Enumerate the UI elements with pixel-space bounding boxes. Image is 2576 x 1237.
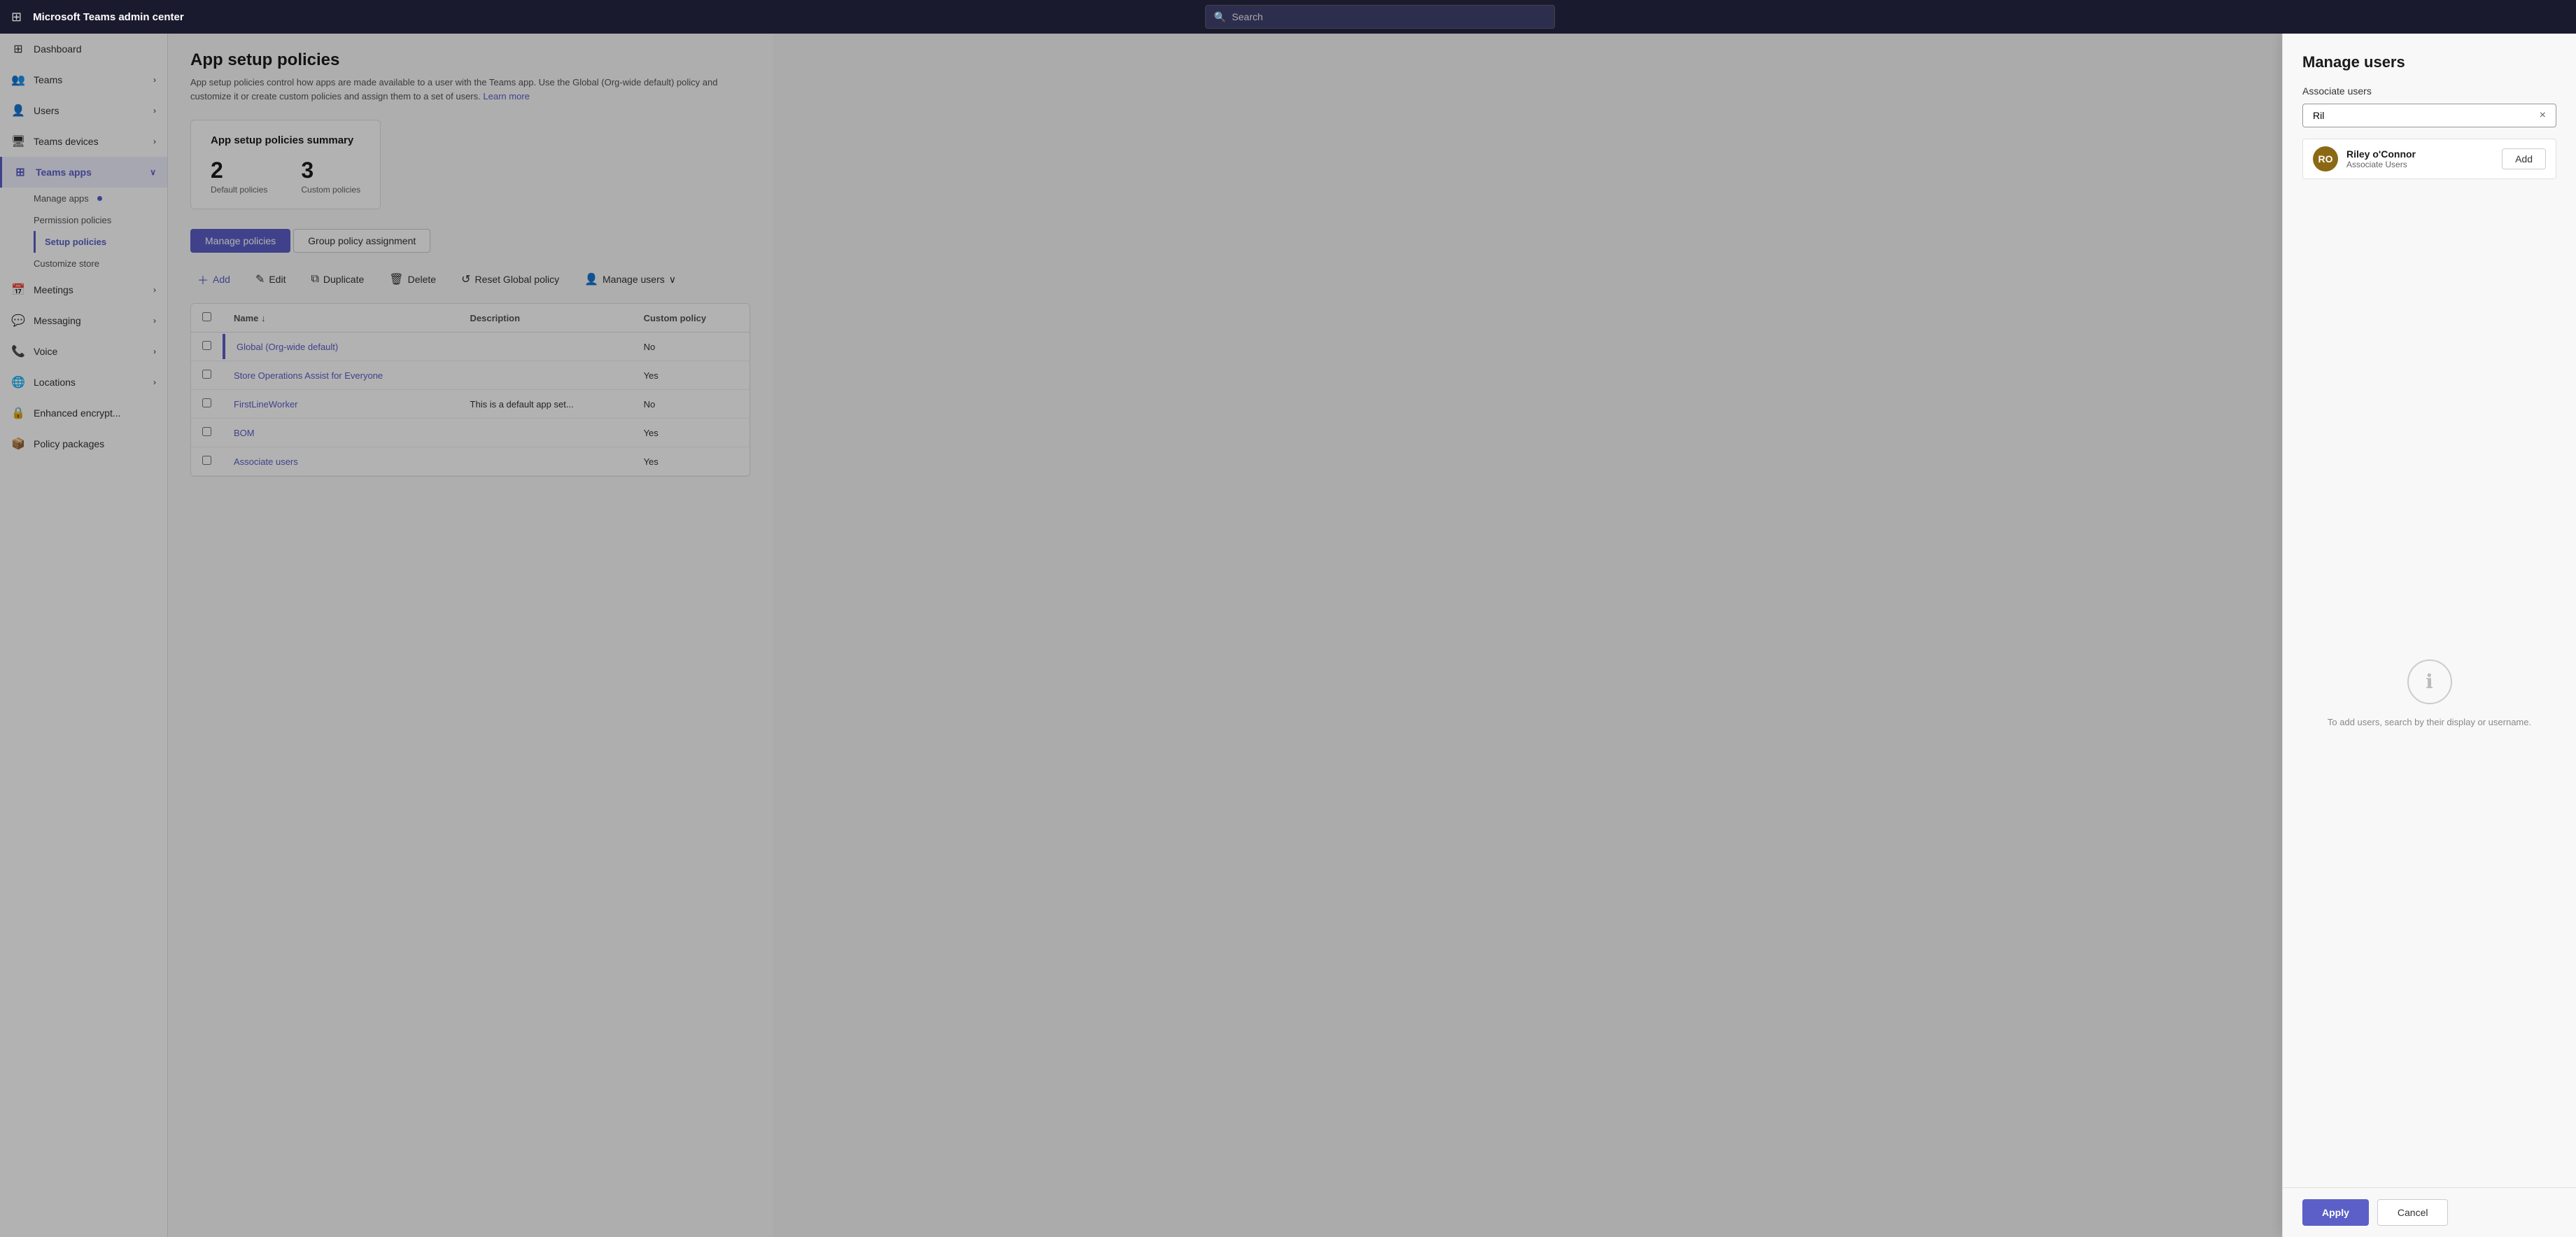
add-user-button[interactable]: Add xyxy=(2502,148,2546,169)
user-search-wrap: × xyxy=(2302,104,2556,127)
topbar: ⊞ Microsoft Teams admin center 🔍 xyxy=(0,0,2576,34)
clear-search-button[interactable]: × xyxy=(2537,106,2549,125)
info-placeholder: ℹ To add users, search by their display … xyxy=(2283,202,2576,1187)
search-input[interactable] xyxy=(1232,6,1546,28)
user-search-input[interactable] xyxy=(2310,104,2537,127)
panel-header: Manage users Associate users × RO Riley … xyxy=(2283,34,2576,202)
layout: ⊞ Dashboard 👥 Teams › 👤 Users › 🖥 Teams … xyxy=(0,34,773,1237)
associate-users-label: Associate users xyxy=(2302,85,2556,97)
user-name: Riley o'Connor xyxy=(2346,148,2493,160)
user-avatar: RO xyxy=(2313,146,2338,172)
info-icon: ℹ xyxy=(2407,659,2452,704)
apply-button[interactable]: Apply xyxy=(2302,1199,2369,1226)
user-info: Riley o'Connor Associate Users xyxy=(2346,148,2493,169)
app-title: Microsoft Teams admin center xyxy=(33,11,184,23)
grid-icon[interactable]: ⊞ xyxy=(11,10,22,25)
manage-users-panel: Manage users Associate users × RO Riley … xyxy=(2282,34,2576,1237)
user-sub-label: Associate Users xyxy=(2346,160,2493,169)
search-bar[interactable]: 🔍 xyxy=(1205,5,1555,29)
overlay xyxy=(0,34,2576,1237)
info-message: To add users, search by their display or… xyxy=(2328,715,2531,730)
cancel-button[interactable]: Cancel xyxy=(2377,1199,2449,1226)
search-icon: 🔍 xyxy=(1214,11,1226,23)
panel-title: Manage users xyxy=(2302,53,2556,71)
app-name-text: Microsoft Teams admin center xyxy=(33,11,184,23)
user-result-item: RO Riley o'Connor Associate Users Add xyxy=(2302,139,2556,179)
panel-footer: Apply Cancel xyxy=(2283,1187,2576,1237)
